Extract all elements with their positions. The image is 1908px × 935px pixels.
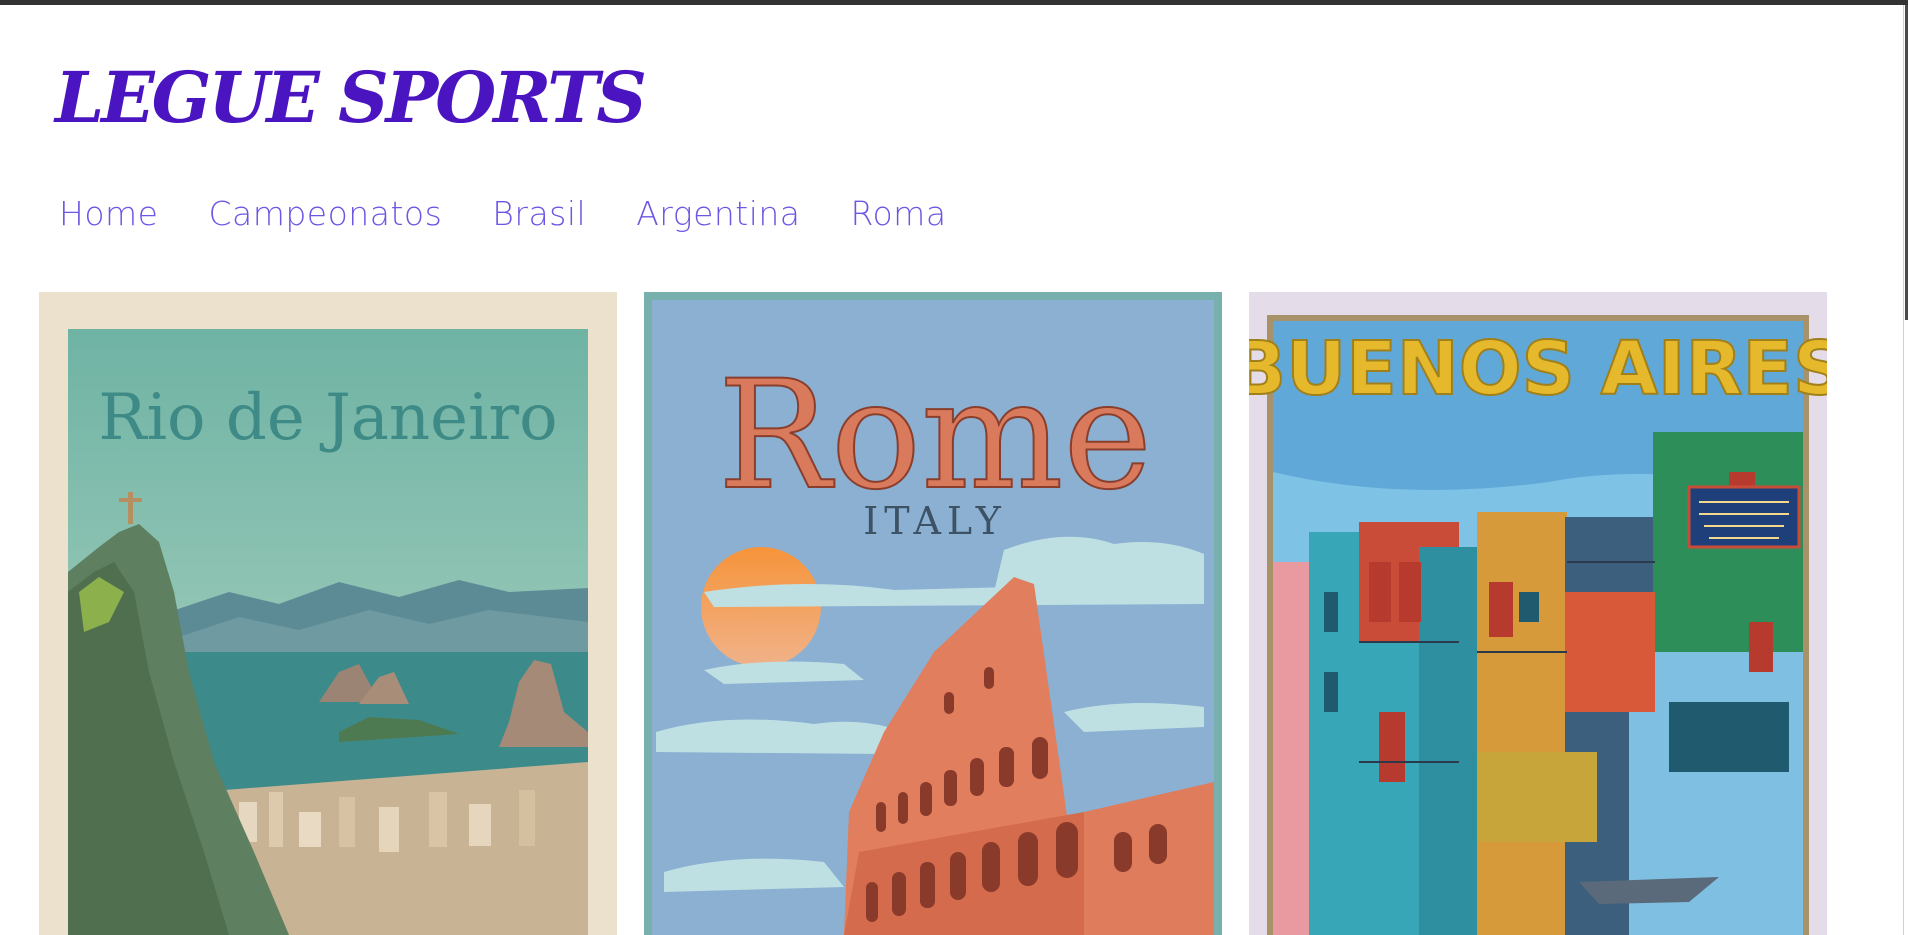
nav-campeonatos-link[interactable]: Campeonatos (208, 194, 442, 233)
rome-poster-subtitle: ITALY (863, 499, 1007, 543)
rio-poster-image: Rio de Janeiro (68, 329, 588, 935)
page-scrollbar[interactable] (1903, 5, 1908, 935)
nav-roma-link[interactable]: Roma (851, 194, 947, 233)
site-logo[interactable]: LEGUE SPORTS (55, 56, 647, 139)
nav-brasil-link[interactable]: Brasil (492, 194, 586, 233)
poster-card-rome[interactable]: Rome ITALY (644, 292, 1222, 935)
buenos-aires-poster-image: BUENOS AIRES (1249, 315, 1827, 935)
buenos-aires-poster-title: BUENOS AIRES (1249, 326, 1827, 412)
main-nav: Home Campeonatos Brasil Argentina Roma (59, 194, 947, 233)
nav-argentina-link[interactable]: Argentina (636, 194, 800, 233)
rome-poster-title: Rome (718, 349, 1152, 523)
rome-poster-image: Rome ITALY (652, 300, 1214, 935)
poster-card-rio[interactable]: Rio de Janeiro (39, 292, 617, 935)
browser-top-border (0, 0, 1908, 5)
nav-home-link[interactable]: Home (59, 194, 158, 233)
poster-card-buenos-aires[interactable]: BUENOS AIRES (1249, 292, 1827, 935)
rio-poster-title: Rio de Janeiro (98, 381, 557, 455)
